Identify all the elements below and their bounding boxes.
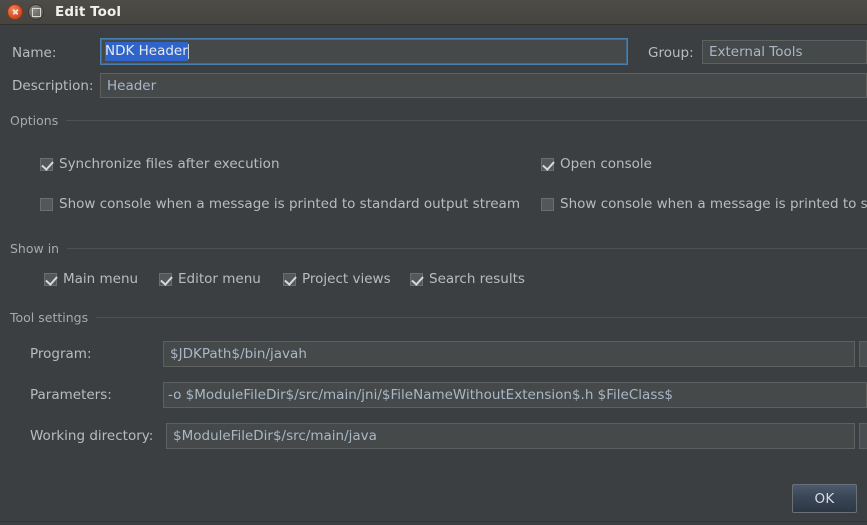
checkbox-show-console-stderr[interactable]: Show console when a message is printed t… <box>541 196 867 212</box>
name-input-value: NDK Header <box>105 42 188 61</box>
checkbox-synchronize-files[interactable]: Synchronize files after execution <box>40 156 280 172</box>
description-input[interactable]: Header <box>100 73 867 98</box>
working-directory-browse-button[interactable]: ... <box>859 423 867 449</box>
checkbox-main-menu[interactable]: Main menu <box>44 271 138 287</box>
program-input[interactable]: $JDKPath$/bin/javah <box>163 341 855 367</box>
group-combobox[interactable]: External Tools <box>702 40 867 64</box>
parameters-label: Parameters: <box>30 387 112 403</box>
window-bottom-border <box>0 521 867 522</box>
checkbox-box[interactable] <box>40 157 53 171</box>
window-title: Edit Tool <box>55 4 122 20</box>
maximize-icon[interactable] <box>28 4 44 20</box>
working-directory-label: Working directory: <box>30 428 154 444</box>
checkbox-box[interactable] <box>40 197 53 211</box>
group-value: External Tools <box>709 44 803 60</box>
program-browse-button[interactable]: ... <box>859 341 867 367</box>
description-label: Description: <box>12 78 94 94</box>
section-divider <box>66 120 867 121</box>
checkbox-label: Synchronize files after execution <box>59 156 280 172</box>
checkbox-label: Show console when a message is printed t… <box>560 196 867 212</box>
working-directory-value: $ModuleFileDir$/src/main/java <box>173 428 377 444</box>
program-value: $JDKPath$/bin/javah <box>170 346 307 362</box>
checkbox-label: Main menu <box>63 271 139 287</box>
checkbox-label: Open console <box>560 156 652 172</box>
checkbox-show-console-stdout[interactable]: Show console when a message is printed t… <box>40 196 520 212</box>
checkbox-open-console[interactable]: Open console <box>541 156 652 172</box>
checkbox-box[interactable] <box>159 272 172 286</box>
group-label: Group: <box>648 45 694 61</box>
checkbox-box[interactable] <box>283 272 296 286</box>
titlebar: Edit Tool <box>0 0 867 25</box>
program-label: Program: <box>30 346 92 362</box>
checkbox-search-results[interactable]: Search results <box>410 271 525 287</box>
tool-settings-section-title: Tool settings <box>10 310 89 325</box>
name-label: Name: <box>12 45 57 61</box>
name-input[interactable]: NDK Header <box>100 38 628 65</box>
ok-button[interactable]: OK <box>792 484 857 513</box>
checkbox-box[interactable] <box>541 197 554 211</box>
checkbox-label: Project views <box>302 271 391 287</box>
checkbox-editor-menu[interactable]: Editor menu <box>159 271 261 287</box>
checkbox-label: Search results <box>429 271 525 287</box>
checkbox-box[interactable] <box>44 272 57 286</box>
section-divider <box>96 317 867 318</box>
checkbox-label: Editor menu <box>178 271 261 287</box>
section-divider <box>67 248 867 249</box>
checkbox-box[interactable] <box>410 272 423 286</box>
text-caret <box>187 44 189 59</box>
description-value: Header <box>107 77 157 94</box>
close-icon[interactable] <box>7 4 23 20</box>
edit-tool-dialog: Edit Tool Name: NDK Header Group: Extern… <box>0 0 867 525</box>
options-section-title: Options <box>10 113 59 128</box>
parameters-value: -o $ModuleFileDir$/src/main/jni/$FileNam… <box>168 387 673 403</box>
checkbox-project-views[interactable]: Project views <box>283 271 391 287</box>
checkbox-label: Show console when a message is printed t… <box>59 196 520 212</box>
parameters-input[interactable]: -o $ModuleFileDir$/src/main/jni/$FileNam… <box>163 382 867 408</box>
checkbox-box[interactable] <box>541 157 554 171</box>
working-directory-input[interactable]: $ModuleFileDir$/src/main/java <box>166 423 855 449</box>
show-in-section-title: Show in <box>10 241 60 256</box>
